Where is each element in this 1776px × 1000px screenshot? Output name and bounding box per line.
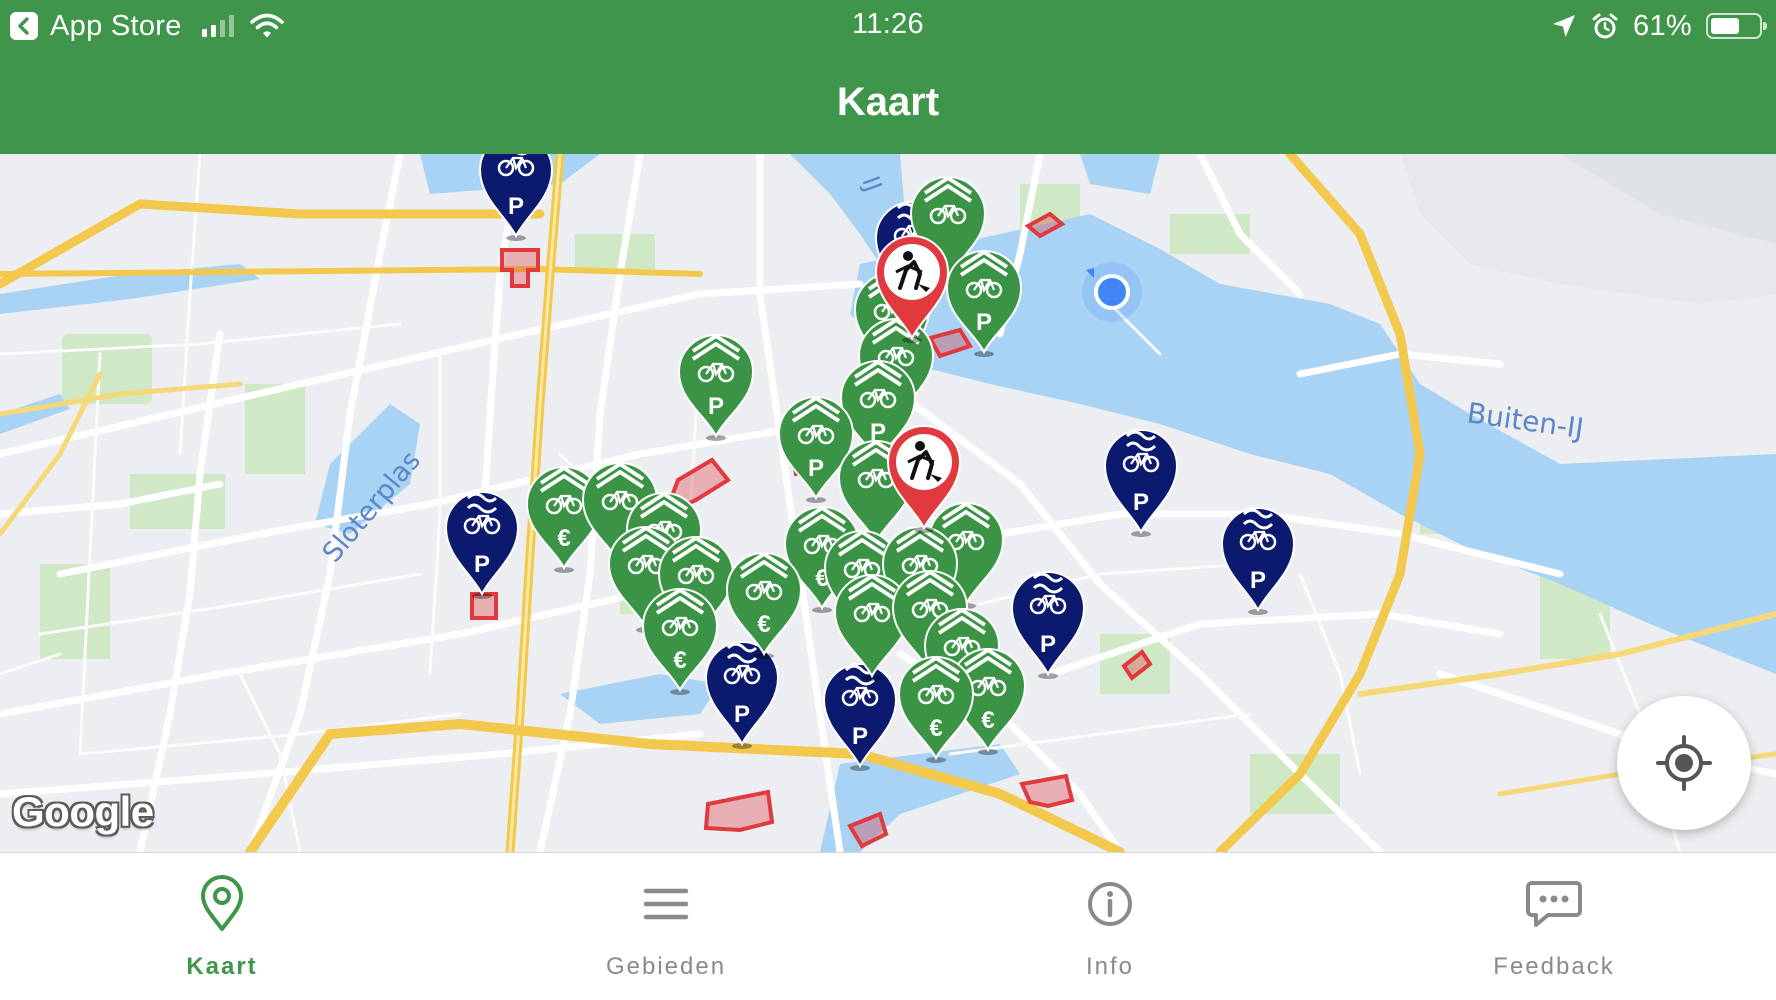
pin-glyph: P — [708, 393, 724, 420]
user-location-marker — [1082, 262, 1142, 322]
crosshair-icon — [1656, 735, 1712, 791]
list-icon — [643, 888, 689, 920]
pin-glyph: € — [557, 525, 570, 552]
map-view[interactable]: IJ Buiten-IJ Sloterplas P P P P P P P P … — [0, 154, 1776, 852]
pin-glyph: P — [1040, 631, 1056, 658]
tab-label: Info — [1085, 953, 1135, 980]
back-app-label: App Store — [50, 9, 182, 42]
tab-label: Kaart — [186, 953, 258, 980]
tab-info[interactable]: Info — [888, 853, 1332, 1000]
map-pin-icon — [201, 875, 243, 931]
bike-parking-pin[interactable]: P — [677, 333, 755, 443]
pin-glyph: € — [757, 611, 770, 638]
pin-glyph: € — [673, 647, 686, 674]
battery-icon — [1706, 13, 1767, 39]
google-logo: Google — [12, 788, 154, 835]
pin-glyph: P — [1133, 489, 1149, 516]
cellular-signal-icon — [201, 15, 234, 37]
pin-glyph: P — [474, 551, 490, 578]
wifi-icon — [249, 13, 284, 38]
info-icon — [1088, 882, 1132, 926]
tab-bar: Kaart Gebieden Info Feedback — [0, 852, 1776, 999]
location-arrow-icon — [1553, 15, 1576, 37]
tab-kaart[interactable]: Kaart — [0, 853, 444, 1000]
navigation-bar: Kaart — [0, 52, 1776, 154]
status-bar: App Store 11:26 61% — [0, 0, 1776, 52]
bike-parking-pin[interactable]: € — [897, 655, 975, 765]
tab-feedback[interactable]: Feedback — [1332, 853, 1776, 1000]
chat-bubble-icon — [1526, 881, 1582, 927]
pin-glyph: € — [981, 707, 994, 734]
back-to-app[interactable]: App Store — [10, 8, 284, 44]
pin-glyph: P — [1250, 567, 1266, 594]
pin-glyph: P — [852, 723, 868, 750]
alarm-icon — [1592, 13, 1618, 39]
pin-glyph: P — [508, 193, 524, 220]
back-chevron-icon — [10, 12, 38, 40]
map-canvas[interactable]: IJ Buiten-IJ Sloterplas P P P P P P P P … — [0, 154, 1776, 852]
station-bike-parking-pin[interactable]: P — [1220, 506, 1296, 617]
tab-label: Feedback — [1493, 953, 1615, 980]
battery-percentage: 61% — [1633, 9, 1692, 42]
station-bike-parking-pin[interactable]: P — [1103, 428, 1179, 539]
pin-glyph: P — [734, 701, 750, 728]
pin-glyph: P — [976, 309, 992, 336]
pin-glyph: € — [929, 715, 942, 742]
page-title: Kaart — [836, 80, 940, 124]
pin-glyph: P — [808, 455, 824, 482]
station-bike-parking-pin[interactable]: P — [444, 490, 520, 601]
tab-gebieden[interactable]: Gebieden — [444, 853, 888, 1000]
my-location-button[interactable] — [1617, 696, 1751, 830]
tab-label: Gebieden — [605, 953, 727, 980]
station-bike-parking-pin[interactable]: P — [478, 154, 554, 243]
